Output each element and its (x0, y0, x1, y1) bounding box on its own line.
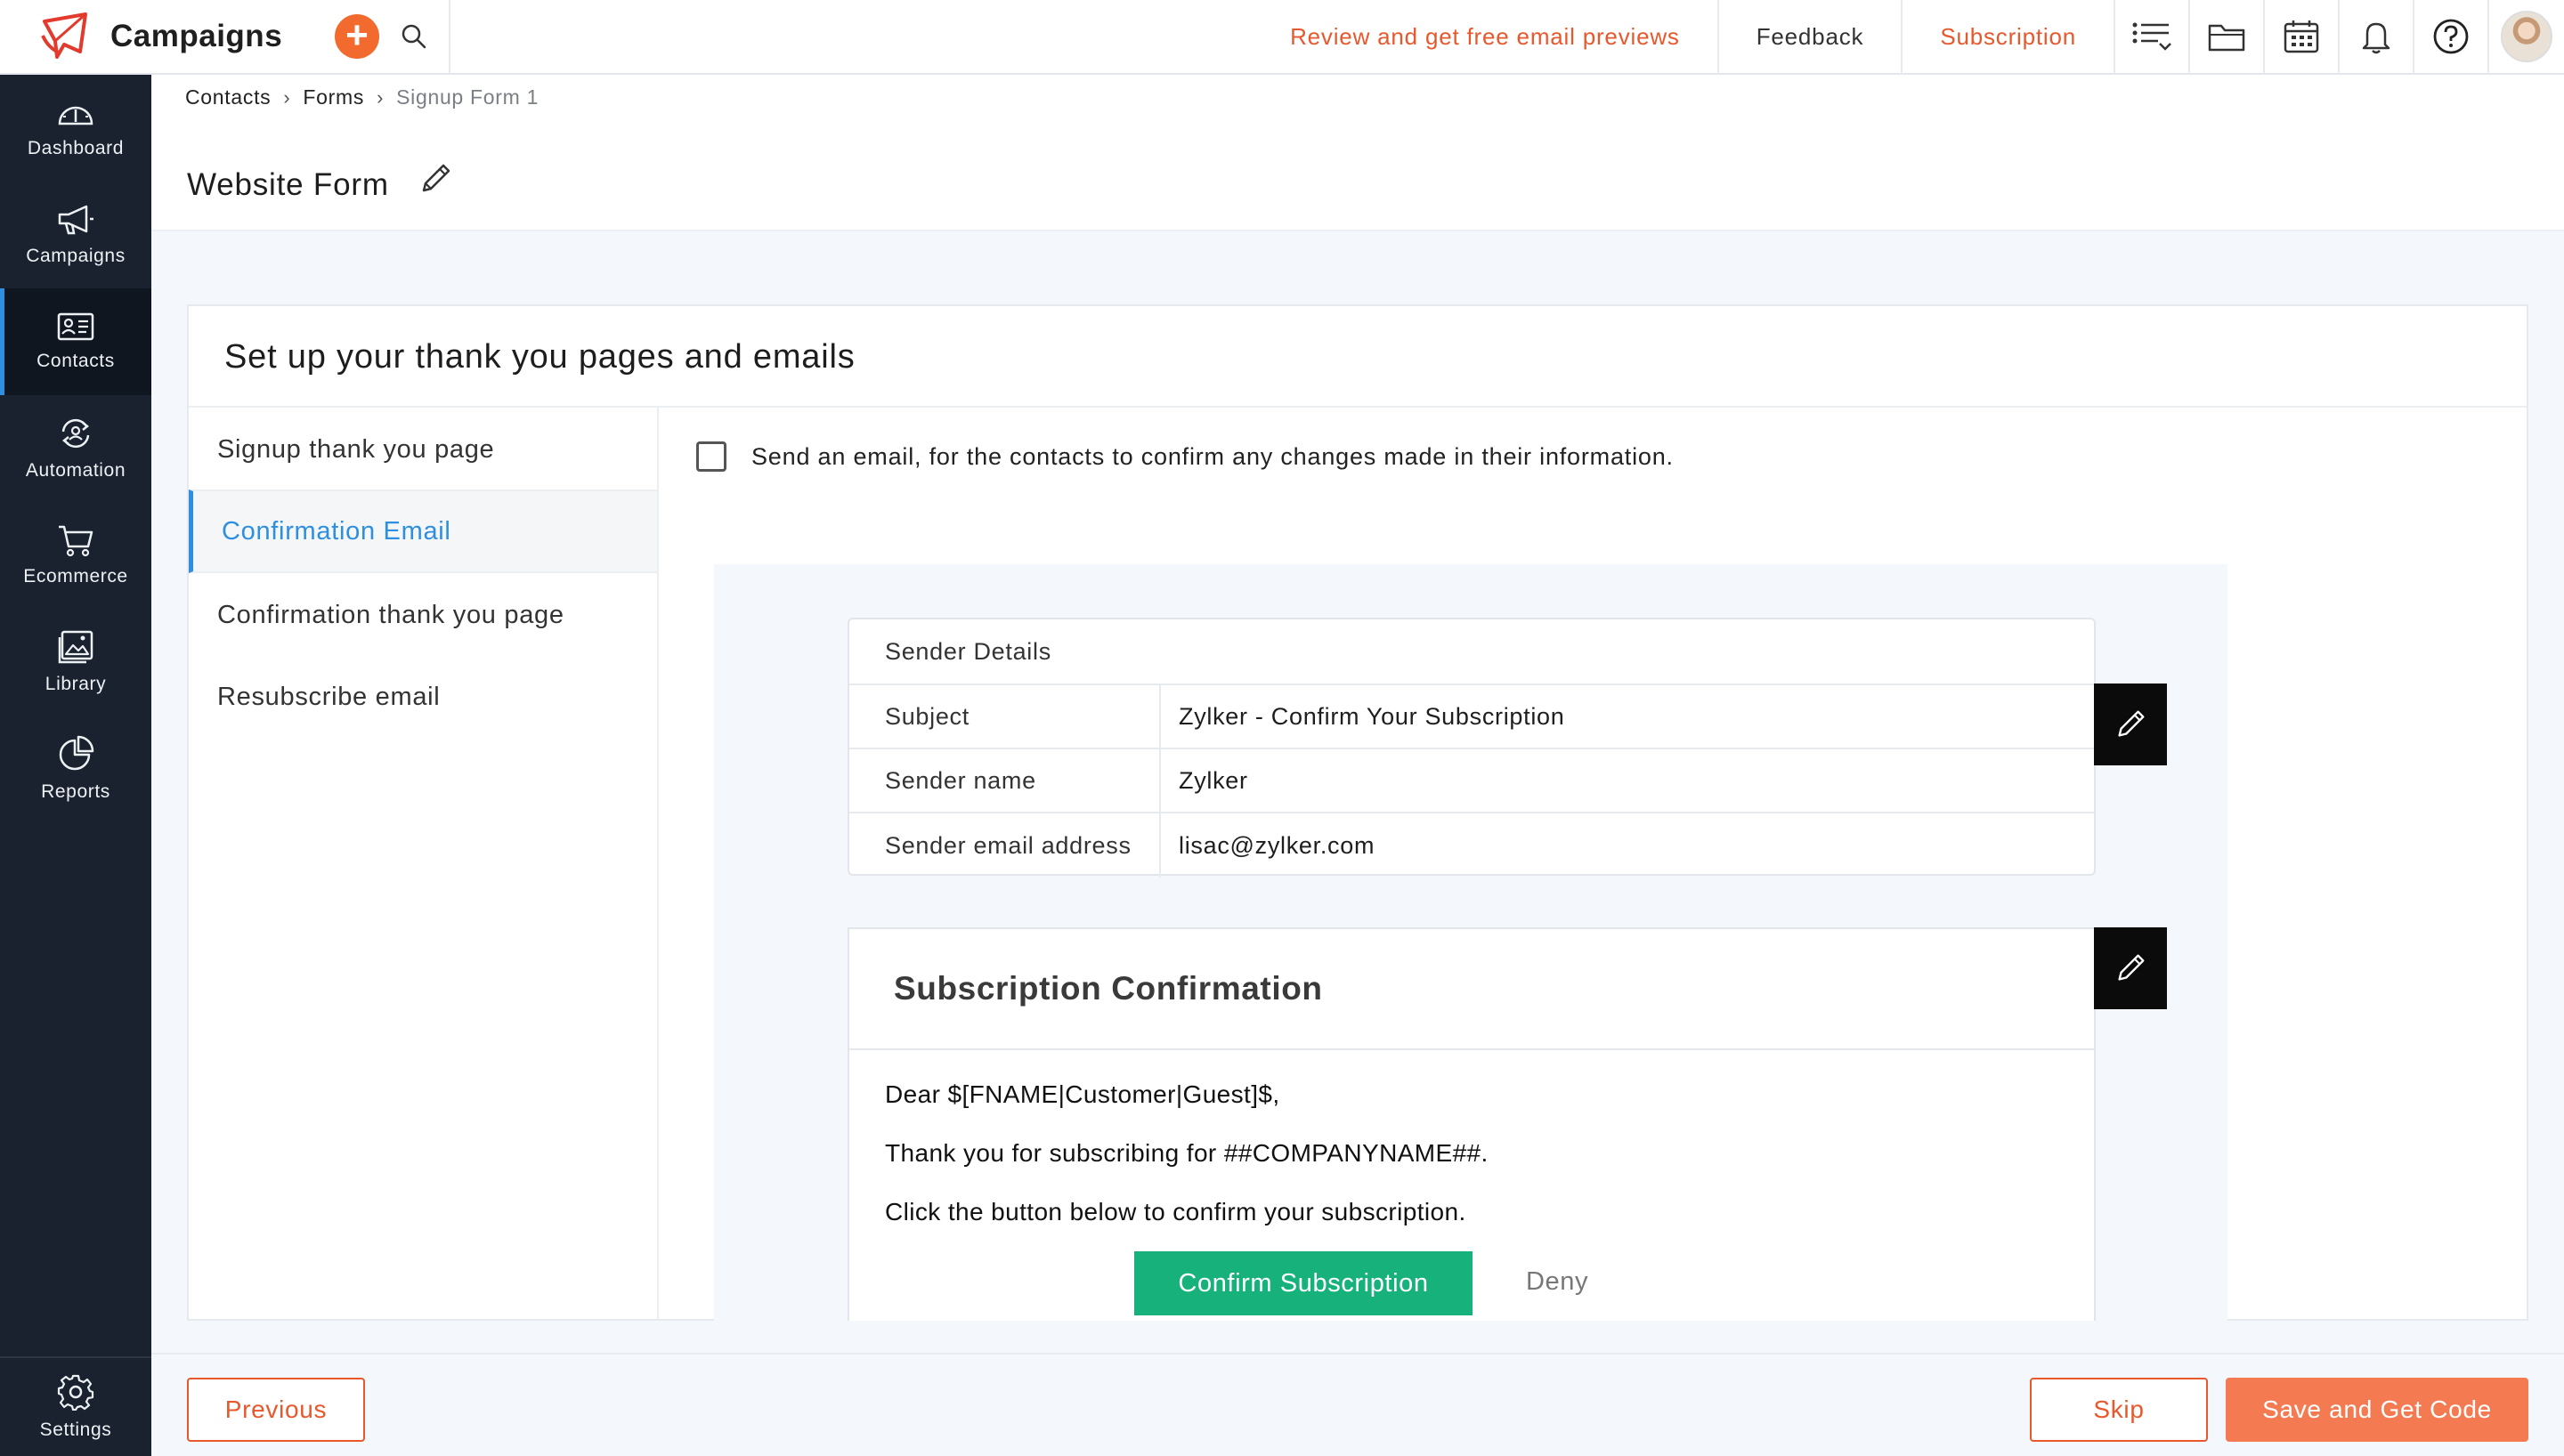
sidebar-item-ecommerce[interactable]: Ecommerce (0, 502, 151, 609)
dashboard-icon (58, 106, 93, 125)
breadcrumb-contacts[interactable]: Contacts (185, 85, 271, 109)
pencil-icon (2118, 954, 2145, 981)
help-icon (2433, 19, 2469, 54)
edit-sender-button[interactable] (2094, 684, 2167, 765)
sender-row-name: Sender name Zylker (849, 749, 2094, 813)
breadcrumb-current: Signup Form 1 (396, 85, 540, 109)
sidebar-item-dashboard[interactable]: Dashboard (0, 75, 151, 182)
page-header: Contacts › Forms › Signup Form 1 Website… (151, 75, 2564, 231)
feedback-link[interactable]: Feedback (1719, 0, 1903, 74)
gear-icon (57, 1374, 94, 1411)
sidebar-item-label: Dashboard (27, 138, 125, 158)
sidebar-item-label: Ecommerce (23, 566, 128, 586)
sidebar-item-automation[interactable]: Automation (0, 395, 151, 502)
card-title: Set up your thank you pages and emails (189, 306, 2527, 408)
sidebar-item-settings[interactable]: Settings (0, 1358, 151, 1456)
sidebar-item-label: Automation (25, 460, 126, 481)
contact-card-icon (57, 312, 94, 341)
list-button[interactable] (2115, 0, 2190, 74)
step-signup-thank-you-page[interactable]: Signup thank you page (189, 408, 657, 491)
sender-key: Sender name (849, 749, 1161, 812)
image-icon (58, 630, 93, 664)
calendar-button[interactable] (2265, 0, 2340, 74)
sidebar-item-library[interactable]: Library (0, 609, 151, 716)
email-heading: Subscription Confirmation (849, 929, 2094, 1050)
search-icon (402, 24, 426, 49)
review-previews-link[interactable]: Review and get free email previews (1253, 0, 1719, 74)
top-bar: Campaigns + Review and get free email pr… (0, 0, 2564, 75)
folder-button[interactable] (2190, 0, 2265, 74)
pencil-icon (2118, 710, 2145, 737)
sidebar-item-reports[interactable]: Reports (0, 716, 151, 822)
subscription-link[interactable]: Subscription (1903, 0, 2115, 74)
folder-icon (2208, 24, 2245, 52)
bell-icon (2362, 22, 2390, 54)
search-button[interactable] (379, 0, 450, 74)
sender-row-email: Sender email address lisac@zylker.com (849, 813, 2094, 878)
pencil-icon[interactable] (417, 160, 454, 198)
steps-nav: Signup thank you page Confirmation Email… (189, 408, 659, 1319)
confirm-changes-option: Send an email, for the contacts to confi… (696, 441, 1674, 472)
pie-chart-icon (59, 735, 94, 771)
sender-key: Sender email address (849, 813, 1161, 878)
sender-row-subject: Subject Zylker - Confirm Your Subscripti… (849, 685, 2094, 749)
sender-details-heading: Sender Details (849, 619, 2094, 685)
sender-value: Zylker - Confirm Your Subscription (1179, 702, 1565, 730)
step-resubscribe-email[interactable]: Resubscribe email (189, 655, 657, 739)
page-title: Website Form (187, 167, 389, 202)
help-button[interactable] (2414, 0, 2489, 74)
sidebar-item-label: Reports (41, 781, 110, 802)
automation-icon (61, 418, 90, 449)
email-line-2: Click the button below to confirm your s… (885, 1198, 1466, 1225)
chevron-right-icon: › (377, 85, 385, 109)
breadcrumb-forms[interactable]: Forms (303, 85, 364, 109)
app-name: Campaigns (110, 19, 283, 53)
sidebar-settings-label: Settings (39, 1420, 112, 1440)
sidebar-item-label: Contacts (37, 351, 115, 371)
sidebar-item-campaigns[interactable]: Campaigns (0, 182, 151, 288)
calendar-icon (2284, 20, 2319, 53)
breadcrumb: Contacts › Forms › Signup Form 1 (185, 85, 539, 109)
sender-value: lisac@zylker.com (1179, 831, 1375, 859)
setup-card: Set up your thank you pages and emails S… (187, 304, 2528, 1321)
notifications-button[interactable] (2340, 0, 2414, 74)
step-confirmation-email[interactable]: Confirmation Email (189, 489, 657, 573)
skip-button[interactable]: Skip (2030, 1378, 2208, 1442)
edit-email-button[interactable] (2094, 927, 2167, 1009)
confirm-changes-checkbox[interactable] (696, 441, 726, 472)
sender-value: Zylker (1179, 766, 1248, 794)
megaphone-icon (58, 205, 93, 235)
email-line-1: Thank you for subscribing for ##COMPANYN… (885, 1139, 1489, 1167)
sidebar-item-label: Library (45, 674, 107, 694)
email-preview-area: Sender Details Subject Zylker - Confirm … (714, 564, 2227, 1321)
confirm-changes-label: Send an email, for the contacts to confi… (751, 442, 1674, 470)
footer-bar: Previous Skip Save and Get Code (151, 1353, 2564, 1456)
deny-link[interactable]: Deny (1526, 1267, 1588, 1297)
cart-icon (59, 525, 93, 557)
previous-button[interactable]: Previous (187, 1378, 365, 1442)
profile-button[interactable] (2489, 0, 2564, 74)
avatar (2501, 11, 2552, 62)
campaigns-logo-icon (41, 12, 87, 59)
sidebar-item-contacts[interactable]: Contacts (0, 288, 151, 395)
save-and-get-code-button[interactable]: Save and Get Code (2226, 1378, 2528, 1442)
add-button[interactable]: + (335, 14, 379, 59)
email-greeting: Dear $[FNAME|Customer|Guest]$, (885, 1080, 1280, 1108)
confirm-subscription-button[interactable]: Confirm Subscription (1134, 1251, 1473, 1315)
sidebar: Dashboard Campaigns Contacts Automation (0, 75, 151, 1456)
brand[interactable]: Campaigns (0, 0, 326, 74)
chevron-right-icon: › (283, 85, 291, 109)
step-confirmation-thank-you-page[interactable]: Confirmation thank you page (189, 573, 657, 657)
sender-details: Sender Details Subject Zylker - Confirm … (848, 618, 2096, 878)
list-icon (2132, 22, 2171, 51)
sender-key: Subject (849, 685, 1161, 748)
sidebar-item-label: Campaigns (26, 246, 126, 266)
email-content: Subscription Confirmation Dear $[FNAME|C… (848, 927, 2096, 1321)
